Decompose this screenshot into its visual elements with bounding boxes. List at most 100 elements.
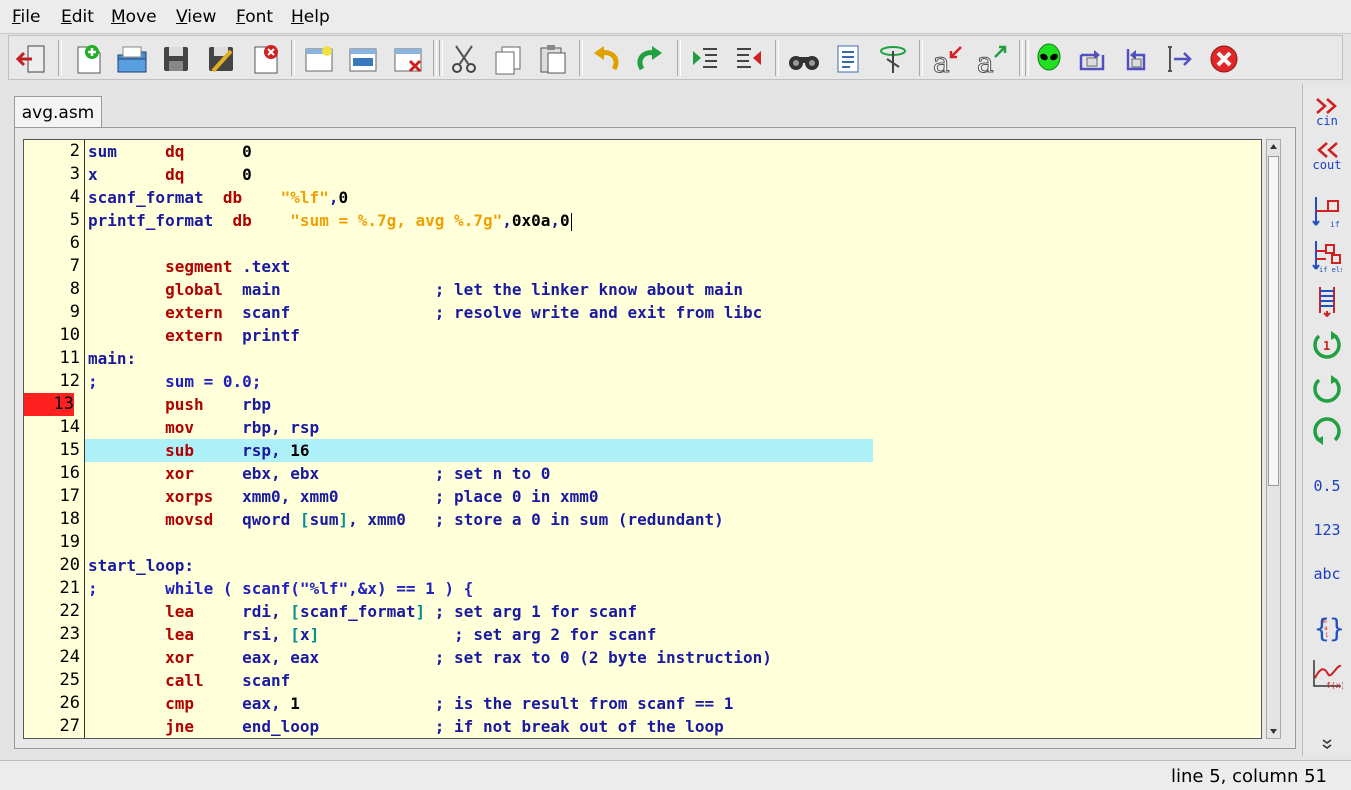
code-line[interactable]: x dq 0 — [88, 163, 252, 186]
more-chevron[interactable] — [1307, 734, 1347, 754]
float-button[interactable]: 0.5 — [1307, 466, 1347, 506]
find-replace-button[interactable] — [829, 40, 867, 78]
code-line[interactable]: printf_format db "sum = %.7g, avg %.7g",… — [88, 209, 572, 232]
undo-button[interactable] — [587, 40, 625, 78]
line-number[interactable]: 14 — [30, 416, 80, 439]
new-project-button[interactable] — [300, 40, 338, 78]
tab-avg-asm[interactable]: avg.asm — [14, 96, 102, 129]
stop-button[interactable] — [1205, 40, 1243, 78]
code-line[interactable]: mov rbp, rsp — [88, 416, 319, 439]
if-else-button[interactable]: if else — [1307, 236, 1347, 276]
cin-button[interactable]: cin — [1307, 92, 1347, 132]
code-line[interactable]: sum dq 0 — [88, 140, 252, 163]
main-function-button[interactable]: {}mai — [1307, 608, 1347, 648]
save-button[interactable] — [157, 40, 195, 78]
line-number[interactable]: 7 — [30, 255, 80, 278]
unindent-button[interactable] — [730, 40, 768, 78]
line-number[interactable]: 16 — [30, 462, 80, 485]
line-number[interactable]: 25 — [30, 669, 80, 692]
line-number-gutter[interactable]: 2 3 4 5 6 7 8 9 10 11 12 13 14 15 16 17 18 19 20 21 22 23 24 25… — [24, 140, 85, 738]
line-number[interactable]: 23 — [30, 623, 80, 646]
code-line[interactable]: extern printf — [88, 324, 300, 347]
redo-button[interactable] — [631, 40, 669, 78]
function-button[interactable]: f(x) — [1307, 654, 1347, 694]
line-number[interactable]: 22 — [30, 600, 80, 623]
indent-button[interactable] — [686, 40, 724, 78]
save-as-button[interactable] — [202, 40, 240, 78]
step-into-button[interactable] — [1117, 40, 1155, 78]
menu-file[interactable]: File — [12, 7, 40, 27]
copy-button[interactable] — [489, 40, 527, 78]
code-line[interactable]: ; sum = 0.0; — [88, 370, 261, 393]
line-number[interactable]: 17 — [30, 485, 80, 508]
line-number[interactable]: 9 — [30, 301, 80, 324]
close-project-button[interactable] — [389, 40, 427, 78]
code-line[interactable]: cmp eax, 1 ; is the result from scanf ==… — [88, 692, 733, 715]
string-button[interactable]: abc — [1307, 554, 1347, 594]
line-number[interactable]: 6 — [30, 232, 80, 255]
code-line[interactable]: segment .text — [88, 255, 290, 278]
while-loop-button[interactable] — [1307, 368, 1347, 408]
line-number[interactable]: 10 — [30, 324, 80, 347]
menu-move[interactable]: Move — [111, 7, 157, 27]
open-file-button[interactable] — [113, 40, 151, 78]
for-loop-button[interactable]: 1 — [1307, 324, 1347, 364]
cout-button[interactable]: cout — [1307, 136, 1347, 176]
code-line[interactable]: xor eax, eax ; set rax to 0 (2 byte inst… — [88, 646, 772, 669]
open-project-button[interactable] — [344, 40, 382, 78]
menu-help[interactable]: Help — [291, 7, 330, 27]
goto-button[interactable] — [874, 40, 912, 78]
line-number[interactable]: 5 — [30, 209, 80, 232]
line-number[interactable]: 2 — [30, 140, 80, 163]
breakpoint-line-number[interactable]: 13 — [24, 393, 74, 416]
do-while-button[interactable] — [1307, 412, 1347, 452]
line-number[interactable]: 21 — [30, 577, 80, 600]
code-line[interactable]: start_loop: — [88, 554, 194, 577]
int-button[interactable]: 123 — [1307, 510, 1347, 550]
code-line[interactable]: lea rsi, [x] ; set arg 2 for scanf — [88, 623, 656, 646]
line-number[interactable]: 8 — [30, 278, 80, 301]
line-number[interactable]: 12 — [30, 370, 80, 393]
code-line[interactable]: movsd qword [sum], xmm0 ; store a 0 in s… — [88, 508, 724, 531]
line-number[interactable]: 18 — [30, 508, 80, 531]
line-number[interactable]: 3 — [30, 163, 80, 186]
font-larger-button[interactable]: a — [972, 40, 1010, 78]
line-number[interactable]: 15 — [30, 439, 80, 462]
code-line[interactable]: xor ebx, ebx ; set n to 0 — [88, 462, 550, 485]
close-file-button[interactable] — [246, 40, 284, 78]
code-line[interactable]: call scanf — [88, 669, 290, 692]
code-line[interactable]: sub rsp, 16 — [88, 439, 310, 462]
line-number[interactable]: 26 — [30, 692, 80, 715]
paste-button[interactable] — [534, 40, 572, 78]
line-number[interactable]: 24 — [30, 646, 80, 669]
if-button[interactable]: if — [1307, 192, 1347, 232]
code-line[interactable]: ; while ( scanf("%lf",&x) == 1 ) { — [88, 577, 473, 600]
code-line[interactable]: main: — [88, 347, 136, 370]
code-line[interactable]: xorps xmm0, xmm0 ; place 0 in xmm0 — [88, 485, 598, 508]
line-number[interactable]: 4 — [30, 186, 80, 209]
menu-view[interactable]: View — [176, 7, 216, 27]
line-number[interactable]: 11 — [30, 347, 80, 370]
code-line[interactable]: push rbp — [88, 393, 271, 416]
code-line[interactable]: jne end_loop ; if not break out of the l… — [88, 715, 724, 738]
menu-edit[interactable]: Edit — [61, 7, 94, 27]
line-number[interactable]: 27 — [30, 715, 80, 738]
font-smaller-button[interactable]: a — [928, 40, 966, 78]
scroll-down-icon[interactable] — [1267, 726, 1280, 738]
step-over-button[interactable] — [1073, 40, 1111, 78]
switch-button[interactable] — [1307, 280, 1347, 320]
line-number[interactable]: 19 — [30, 531, 80, 554]
code-line[interactable]: scanf_format db "%lf",0 — [88, 186, 348, 209]
code-line[interactable]: extern scanf ; resolve write and exit fr… — [88, 301, 762, 324]
continue-button[interactable] — [1161, 40, 1199, 78]
scroll-up-icon[interactable] — [1267, 140, 1280, 152]
quit-button[interactable] — [13, 40, 51, 78]
cut-button[interactable] — [445, 40, 483, 78]
line-number[interactable]: 20 — [30, 554, 80, 577]
code-line[interactable]: lea rdi, [scanf_format] ; set arg 1 for … — [88, 600, 637, 623]
code-line[interactable]: global main ; let the linker know about … — [88, 278, 743, 301]
code-editor[interactable]: 2 3 4 5 6 7 8 9 10 11 12 13 14 15 16 17 18 19 20 21 22 23 24 25… — [23, 139, 1262, 739]
run-button[interactable] — [1030, 40, 1068, 78]
find-button[interactable] — [785, 40, 823, 78]
new-file-button[interactable] — [69, 40, 107, 78]
